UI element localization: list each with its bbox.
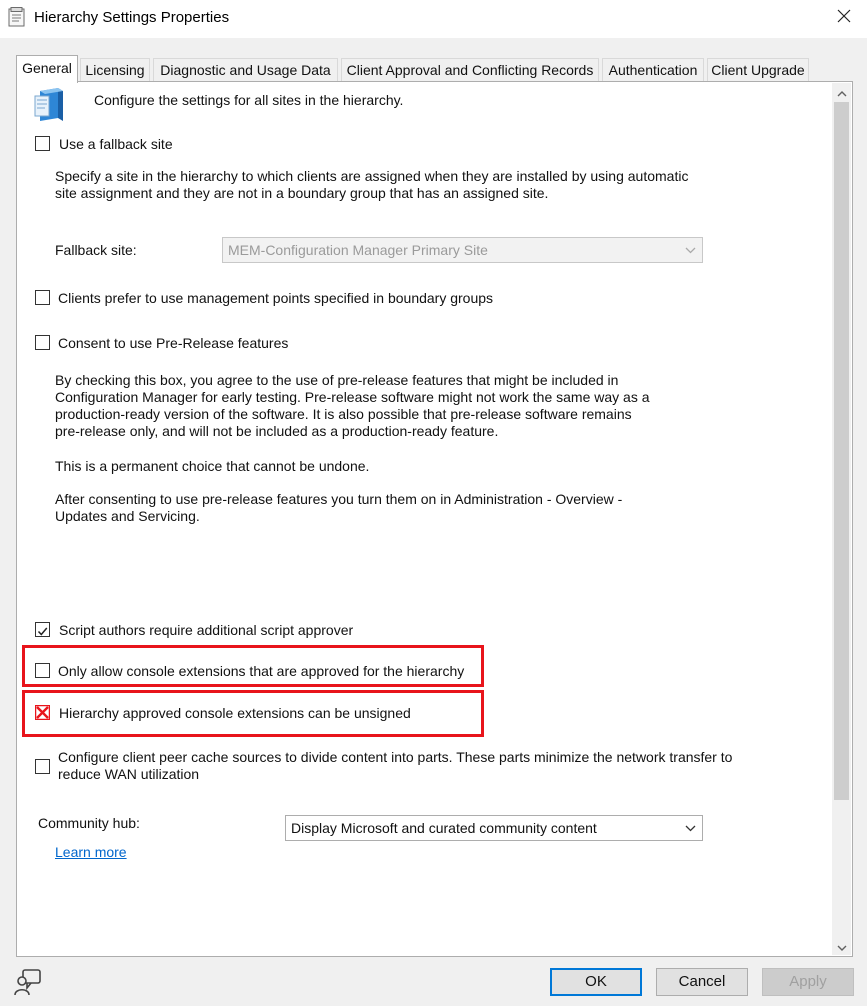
window-title: Hierarchy Settings Properties <box>34 9 230 26</box>
checkmark-icon <box>37 624 48 640</box>
tab-client-upgrade[interactable]: Client Upgrade <box>707 58 809 82</box>
prefer-management-points-label: Clients prefer to use management points … <box>58 290 494 306</box>
fallback-site-checkbox[interactable] <box>35 136 50 151</box>
learn-more-link[interactable]: Learn more <box>55 844 127 860</box>
community-hub-label: Community hub: <box>38 815 140 831</box>
cancel-button[interactable]: Cancel <box>656 968 748 996</box>
scroll-thumb[interactable] <box>834 102 849 800</box>
peer-cache-label-line: reduce WAN utilization <box>58 766 200 782</box>
close-icon <box>837 9 851 26</box>
divider <box>35 801 702 802</box>
divider <box>35 325 702 326</box>
script-approver-label: Script authors require additional script… <box>59 622 354 638</box>
peer-cache-label-line: Configure client peer cache sources to d… <box>58 749 733 765</box>
prerelease-description-line: production-ready version of the software… <box>55 406 632 422</box>
red-x-mark-icon <box>34 704 51 723</box>
prerelease-description-line: pre-release only, and will not be includ… <box>55 423 499 439</box>
header-description: Configure the settings for all sites in … <box>94 92 404 108</box>
approved-console-extensions-checkbox[interactable] <box>35 663 50 678</box>
tab-general[interactable]: General <box>16 55 78 83</box>
fallback-description-line: site assignment and they are not in a bo… <box>55 185 549 201</box>
properties-sheet-icon <box>8 7 26 27</box>
tab-licensing[interactable]: Licensing <box>80 58 150 82</box>
peer-cache-checkbox[interactable] <box>35 759 50 774</box>
close-button[interactable] <box>821 0 867 34</box>
scroll-down-button[interactable] <box>832 937 851 955</box>
divider <box>35 607 702 608</box>
title-bar: Hierarchy Settings Properties <box>0 0 867 38</box>
fallback-site-field-label: Fallback site: <box>55 242 137 258</box>
help-feedback-icon[interactable] <box>14 968 42 999</box>
fallback-description: Specify a site in the hierarchy to which… <box>55 168 688 202</box>
scroll-up-button[interactable] <box>832 83 851 101</box>
tab-diagnostic-usage-data[interactable]: Diagnostic and Usage Data <box>153 58 338 82</box>
fallback-site-label: Use a fallback site <box>59 136 173 152</box>
fallback-description-line: Specify a site in the hierarchy to which… <box>55 168 689 184</box>
chevron-down-icon <box>685 238 696 262</box>
peer-cache-label: Configure client peer cache sources to d… <box>58 749 732 783</box>
prerelease-description: By checking this box, you agree to the u… <box>55 372 650 440</box>
prerelease-consent-label: Consent to use Pre-Release features <box>58 335 289 351</box>
apply-button[interactable]: Apply <box>762 968 854 996</box>
prerelease-instructions-line: Updates and Servicing. <box>55 508 200 524</box>
community-hub-value: Display Microsoft and curated community … <box>291 820 597 836</box>
prerelease-permanent-note: This is a permanent choice that cannot b… <box>55 458 370 474</box>
approved-console-extensions-label: Only allow console extensions that are a… <box>58 663 465 679</box>
fallback-site-value: MEM-Configuration Manager Primary Site <box>228 242 488 258</box>
fallback-site-dropdown[interactable]: MEM-Configuration Manager Primary Site <box>222 237 703 263</box>
unsigned-console-extensions-checkbox[interactable] <box>34 704 51 723</box>
tab-client-approval[interactable]: Client Approval and Conflicting Records <box>341 58 599 82</box>
chevron-down-icon <box>685 816 696 840</box>
chevron-up-icon <box>837 84 847 100</box>
prerelease-description-line: By checking this box, you agree to the u… <box>55 372 619 388</box>
divider <box>35 269 702 270</box>
prerelease-instructions: After consenting to use pre-release feat… <box>55 491 622 525</box>
script-approver-checkbox[interactable] <box>35 622 50 637</box>
unsigned-console-extensions-label: Hierarchy approved console extensions ca… <box>59 705 411 721</box>
community-hub-dropdown[interactable]: Display Microsoft and curated community … <box>285 815 703 841</box>
general-tab-panel: Configure the settings for all sites in … <box>16 81 853 957</box>
hierarchy-settings-icon <box>32 86 68 127</box>
vertical-scrollbar[interactable] <box>832 83 851 955</box>
prefer-management-points-checkbox[interactable] <box>35 290 50 305</box>
chevron-down-icon <box>837 938 847 954</box>
prerelease-instructions-line: After consenting to use pre-release feat… <box>55 491 623 507</box>
prerelease-description-line: Configuration Manager for early testing.… <box>55 389 650 405</box>
tab-authentication[interactable]: Authentication <box>602 58 704 82</box>
scrollable-content: Configure the settings for all sites in … <box>17 82 831 956</box>
prerelease-consent-checkbox[interactable] <box>35 335 50 350</box>
ok-button[interactable]: OK <box>550 968 642 996</box>
